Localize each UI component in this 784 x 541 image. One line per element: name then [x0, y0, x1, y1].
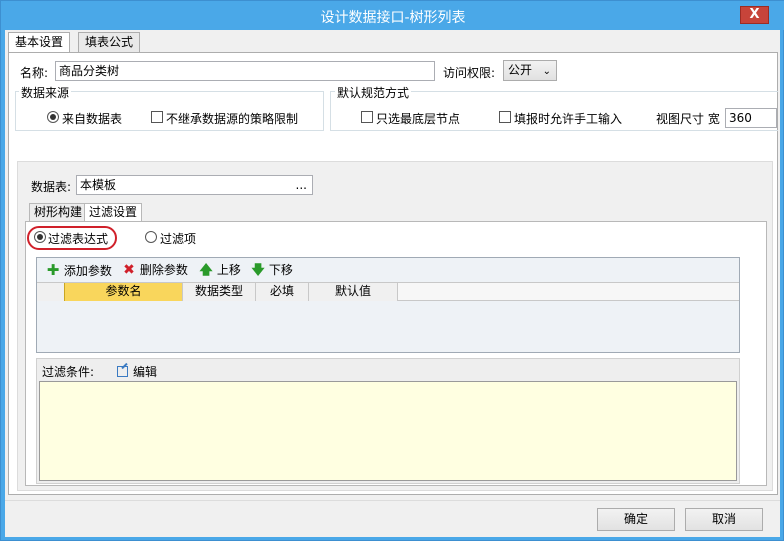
datasource-detail-panel: 数据表: 本模板 ... 树形构建 过滤设置 过滤表达式 过滤项 ✚ 添加参数 …	[17, 161, 773, 491]
dialog-window: 设计数据接口-树形列表 X 基本设置 填表公式 名称: 商品分类树 访问权限: …	[0, 0, 784, 541]
subtab-filter-settings[interactable]: 过滤设置	[84, 203, 143, 222]
allow-manual-label: 填报时允许手工输入	[514, 112, 623, 126]
edit-icon	[117, 366, 128, 377]
chevron-down-icon: ⌄	[542, 66, 551, 77]
default-spec-group-title: 默认规范方式	[335, 84, 412, 101]
view-width-input[interactable]: 360	[725, 108, 777, 128]
name-input[interactable]: 商品分类树	[55, 61, 435, 81]
add-parameter-label: 添加参数	[63, 264, 112, 278]
basic-settings-panel: 名称: 商品分类树 访问权限: 公开 ⌄ 数据来源 来自数据表 不继承数据源的策…	[8, 52, 778, 495]
parameter-grid: ✚ 添加参数 ✖ 删除参数 🡅 上移 🡇 下移 参数名 数据类型 必填 默认值	[36, 257, 740, 353]
name-label: 名称:	[20, 66, 49, 80]
filter-condition-label: 过滤条件:	[42, 365, 95, 379]
tab-fill-formula[interactable]: 填表公式	[78, 32, 141, 52]
browse-button[interactable]: ...	[296, 177, 307, 193]
delete-parameter-label: 删除参数	[139, 263, 188, 277]
edit-label: 编辑	[133, 365, 158, 379]
window-title: 设计数据接口-树形列表	[320, 10, 466, 26]
access-label: 访问权限:	[443, 66, 496, 80]
allow-manual-checkbox[interactable]	[499, 111, 511, 123]
arrow-up-icon: 🡅	[199, 263, 213, 278]
cancel-button[interactable]: 取消	[685, 508, 763, 531]
dialog-client-area: 基本设置 填表公式 名称: 商品分类树 访问权限: 公开 ⌄ 数据来源 来自数据…	[5, 30, 780, 537]
column-header-default-value[interactable]: 默认值	[309, 283, 398, 301]
title-bar[interactable]: 设计数据接口-树形列表 X	[1, 1, 784, 30]
no-inherit-label: 不继承数据源的策略限制	[166, 112, 299, 126]
plus-icon: ✚	[46, 261, 60, 279]
view-size-label: 视图尺寸 宽	[656, 112, 720, 126]
tab-basic-settings[interactable]: 基本设置	[8, 32, 71, 53]
row-indicator-header	[37, 283, 64, 301]
grid-body[interactable]	[37, 301, 739, 352]
access-select-value: 公开	[508, 63, 533, 77]
filter-condition-panel: 过滤条件: 编辑	[36, 358, 740, 484]
move-down-label: 下移	[268, 263, 293, 277]
add-parameter-button[interactable]: ✚ 添加参数	[46, 262, 112, 278]
from-table-label: 来自数据表	[62, 112, 123, 126]
move-up-label: 上移	[216, 263, 241, 277]
from-table-radio[interactable]	[47, 111, 59, 123]
delete-parameter-button[interactable]: ✖ 删除参数	[122, 262, 188, 278]
column-header-data-type[interactable]: 数据类型	[183, 283, 256, 301]
footer-divider	[5, 500, 780, 501]
filter-item-radio[interactable]	[145, 231, 157, 243]
subtab-tree-build[interactable]: 树形构建	[29, 203, 88, 221]
filter-expression-label: 过滤表达式	[48, 232, 109, 246]
access-select[interactable]: 公开 ⌄	[503, 60, 557, 81]
column-header-required[interactable]: 必填	[256, 283, 309, 301]
move-down-button[interactable]: 🡇 下移	[251, 262, 293, 278]
filter-item-label: 过滤项	[160, 232, 197, 246]
filter-settings-panel: 过滤表达式 过滤项 ✚ 添加参数 ✖ 删除参数 🡅 上移 🡇 下移 参数名 数据…	[25, 221, 767, 486]
arrow-down-icon: 🡇	[251, 263, 265, 278]
grid-header: 参数名 数据类型 必填 默认值	[37, 282, 739, 301]
edit-button[interactable]: 编辑	[117, 363, 157, 380]
no-inherit-checkbox[interactable]	[151, 111, 163, 123]
leaf-only-label: 只选最底层节点	[376, 112, 461, 126]
datatable-input[interactable]: 本模板 ...	[76, 175, 313, 195]
delete-x-icon: ✖	[123, 262, 135, 278]
ok-button[interactable]: 确定	[597, 508, 675, 531]
close-button[interactable]: X	[740, 6, 769, 24]
leaf-only-checkbox[interactable]	[361, 111, 373, 123]
move-up-button[interactable]: 🡅 上移	[199, 262, 241, 278]
column-header-param-name[interactable]: 参数名	[64, 283, 183, 301]
filter-expression-radio[interactable]	[34, 231, 46, 243]
filter-condition-textarea[interactable]	[39, 381, 737, 481]
datatable-value: 本模板	[80, 178, 117, 192]
data-source-group-title: 数据来源	[19, 84, 72, 101]
datatable-label: 数据表:	[31, 180, 72, 194]
